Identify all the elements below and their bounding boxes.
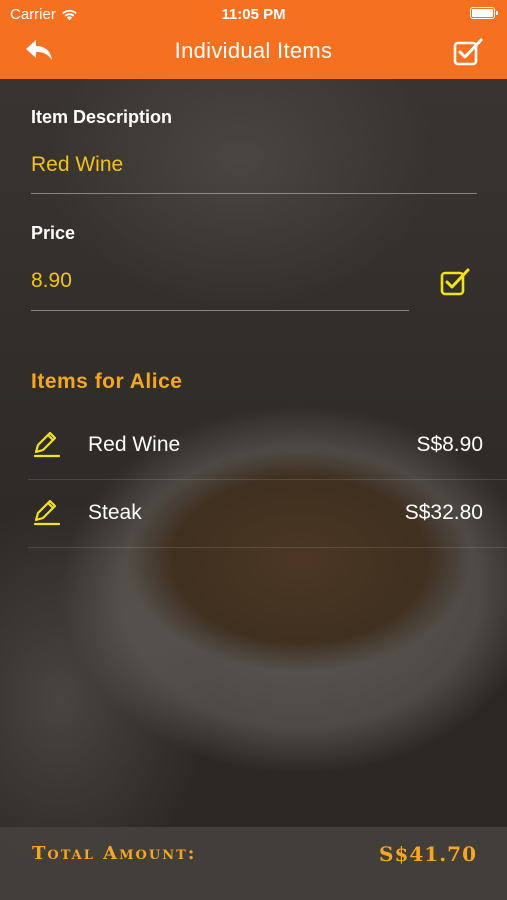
items-section-title: Items for Alice [31,370,183,393]
pencil-edit-icon[interactable] [32,498,60,526]
item-name: Steak [88,501,142,524]
status-time: 11:05 PM [221,6,286,23]
item-description-label: Item Description [31,107,173,127]
row-divider [28,547,507,548]
price-label: Price [31,223,76,243]
price-underline [31,310,409,311]
item-description-field[interactable]: Red Wine [31,153,123,177]
price-field[interactable]: 8.90 [31,269,72,293]
total-amount-label: Total Amount: [32,843,197,864]
checkbox-confirm-icon[interactable] [453,38,483,66]
total-footer: Total Amount: S$41.70 [0,827,507,900]
list-item[interactable]: Steak S$32.80 [0,480,507,548]
item-amount: S$32.80 [404,501,483,524]
total-amount-value: S$41.70 [379,842,477,866]
battery-icon [470,7,498,19]
item-amount: S$8.90 [416,433,483,456]
list-item[interactable]: Red Wine S$8.90 [0,412,507,480]
page-title: Individual Items [174,38,333,63]
status-bar: Carrier 11:05 PM [0,0,507,28]
navigation-bar: Carrier 11:05 PM Individual Items [0,0,507,79]
item-name: Red Wine [88,433,181,456]
checkbox-confirm-icon[interactable] [440,268,470,296]
pencil-edit-icon[interactable] [32,430,60,458]
description-underline [31,193,477,194]
